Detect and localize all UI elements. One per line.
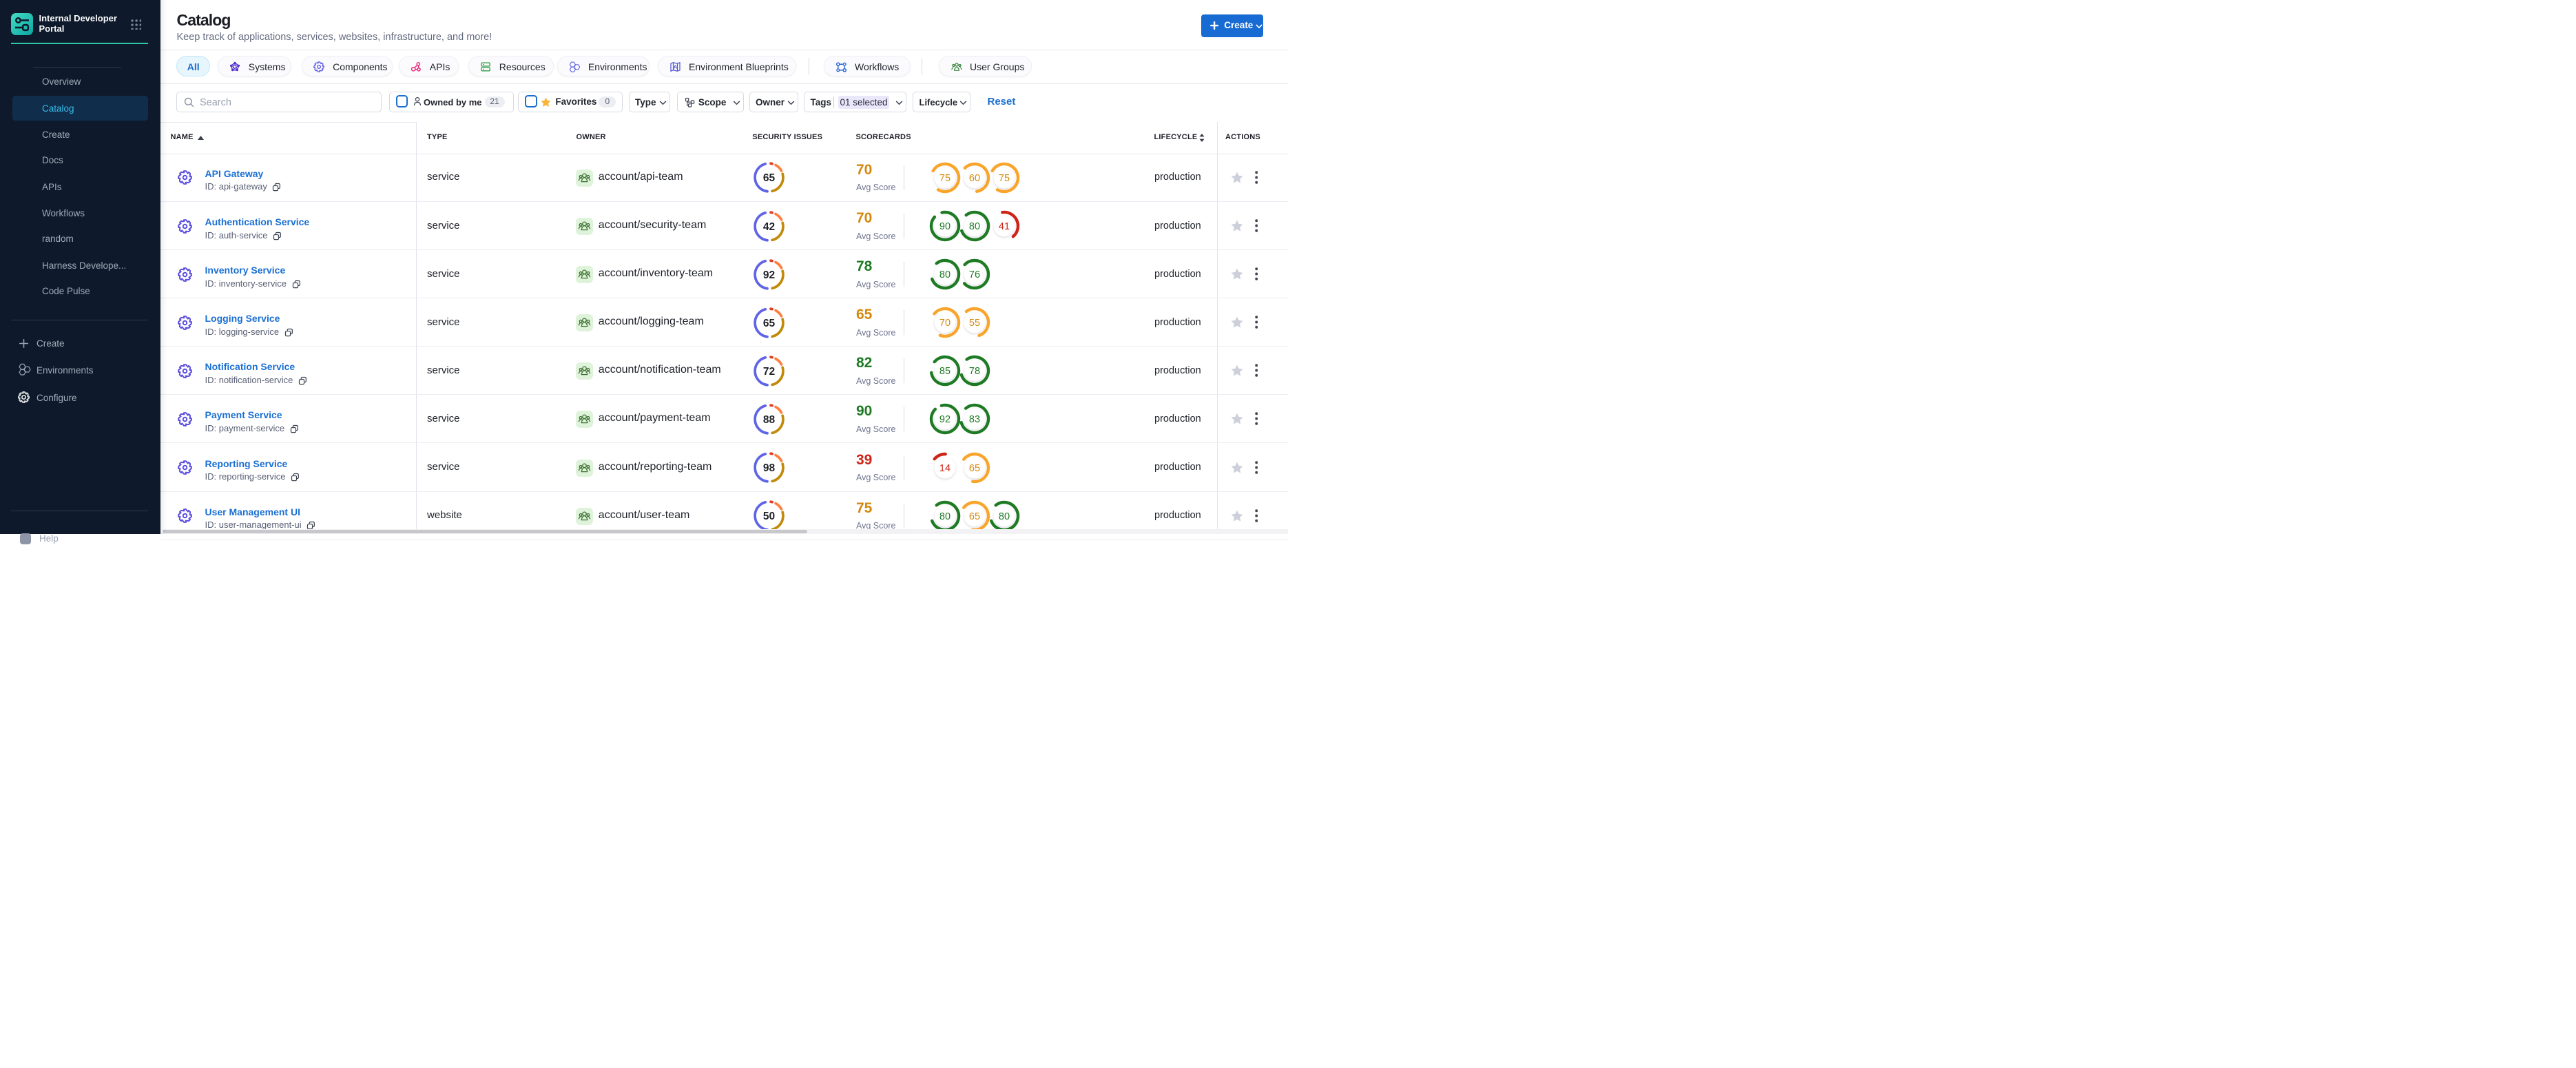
svg-text:55: 55	[969, 318, 980, 329]
svg-text:65: 65	[762, 318, 775, 329]
svg-text:90: 90	[939, 221, 951, 232]
svg-text:83: 83	[969, 415, 980, 426]
svg-text:78: 78	[969, 366, 980, 377]
svg-text:80: 80	[939, 269, 951, 280]
svg-text:76: 76	[969, 269, 980, 280]
svg-text:65: 65	[969, 463, 980, 474]
svg-text:65: 65	[762, 172, 775, 184]
svg-text:75: 75	[939, 173, 951, 184]
svg-text:14: 14	[939, 463, 951, 474]
svg-text:80: 80	[939, 511, 951, 522]
svg-text:85: 85	[939, 366, 951, 377]
svg-text:80: 80	[969, 221, 980, 232]
svg-text:65: 65	[969, 511, 980, 522]
svg-text:42: 42	[762, 221, 774, 233]
svg-text:72: 72	[762, 366, 774, 378]
svg-text:60: 60	[969, 173, 980, 184]
svg-text:88: 88	[762, 414, 775, 426]
svg-text:50: 50	[762, 511, 774, 522]
svg-text:70: 70	[939, 318, 951, 329]
svg-text:98: 98	[762, 462, 775, 474]
svg-text:A: A	[674, 64, 678, 70]
svg-text:92: 92	[762, 269, 774, 281]
svg-text:80: 80	[998, 511, 1009, 522]
svg-text:75: 75	[998, 173, 1009, 184]
svg-text:92: 92	[939, 415, 951, 426]
svg-text:41: 41	[998, 221, 1009, 232]
